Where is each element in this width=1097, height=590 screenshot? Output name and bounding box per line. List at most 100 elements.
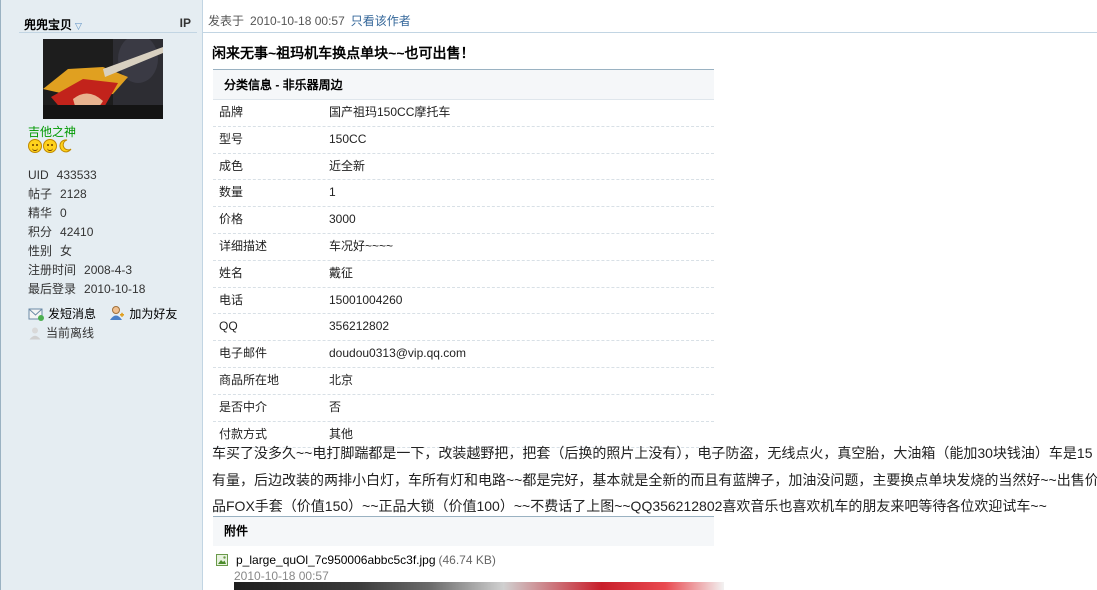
info-value: 北京 [329,372,354,387]
add-friend-button[interactable]: 加为好友 [109,305,177,324]
info-value: 国产祖玛150CC摩托车 [329,105,451,119]
stat-key: 积分 [28,225,53,239]
info-value: 车况好~~~~ [329,238,394,253]
info-row-quantity: 数量 1 [213,180,714,208]
stat-key: 最后登录 [28,282,77,296]
offline-user-icon [28,326,42,343]
info-value: doudou0313@vip.qq.com [329,346,466,361]
info-row-qq: QQ 356212802 [213,314,714,342]
stat-value: 2008-4-3 [84,263,133,277]
info-row-model: 型号 150CC [213,127,714,154]
stat-value: 女 [60,244,73,258]
info-key: 是否中介 [219,399,268,414]
add-friend-icon [109,305,125,324]
image-file-icon [216,554,228,566]
info-row-email: 电子邮件 doudou0313@vip.qq.com [213,341,714,368]
info-value: 戴征 [329,265,354,280]
stat-key: UID [28,168,49,182]
posted-label: 发表于 [208,14,245,28]
info-key: 商品所在地 [219,372,280,387]
stat-value[interactable]: 433533 [57,168,97,182]
info-value: 近全新 [329,158,366,173]
stat-key: 注册时间 [28,263,77,277]
stat-digest: 精华 0 [28,206,145,225]
ip-link[interactable]: IP [180,16,191,30]
info-row-name: 姓名 戴征 [213,261,714,288]
chevron-down-icon[interactable]: ▽ [75,21,82,31]
smiley-icon [43,139,57,153]
info-key: 数量 [219,185,244,200]
stat-posts: 帖子 2128 [28,187,145,206]
stat-value: 2010-10-18 [84,282,146,296]
post-title: 闲来无事~祖玛机车换点单块~~也可出售！ [212,45,475,61]
info-row-phone: 电话 15001004260 [213,288,714,315]
info-row-location: 商品所在地 北京 [213,368,714,395]
post-body-line: 有量，后边改装的两排小白灯，车所有灯和电路~~都是完好，基本就是全新的而且有蓝牌… [212,471,1097,488]
info-row-agent: 是否中介 否 [213,395,714,422]
info-key: 姓名 [219,265,244,280]
author-name-menu[interactable]: 兜兜宝贝 ▽ [24,16,82,33]
add-friend-label[interactable]: 加为好友 [129,307,177,321]
info-key: 品牌 [219,105,244,119]
info-value: 150CC [329,131,367,146]
author-actions: 发短消息 加为好友 [28,305,187,324]
stat-key: 性别 [28,244,53,258]
avatar[interactable] [43,39,163,119]
attachments: 附件 p_large_quOl_7c950006abbc5c3f.jpg (46.… [213,516,724,590]
stat-credits: 积分 42410 [28,225,145,244]
info-key: QQ [219,319,238,334]
classified-info-header: 分类信息 - 非乐器周边 [213,69,714,100]
info-key: 成色 [219,158,244,173]
moon-icon [58,139,72,153]
info-key: 电话 [219,292,244,307]
post-body: 车买了没多久~~电打脚踹都是一下，改装越野把，把套（后换的照片上没有），电子防盗… [212,440,1097,520]
send-message-label[interactable]: 发短消息 [48,307,96,321]
attachment-image-preview[interactable] [234,582,724,590]
smiley-icon [28,139,42,153]
divider [203,32,1097,33]
author-only-link[interactable]: 只看该作者 [351,14,411,28]
info-value: 1 [329,185,336,200]
info-key: 价格 [219,212,244,227]
group-title[interactable]: 吉他之神 [28,123,76,140]
post-meta: 发表于 2010-10-18 00:57 只看该作者 [208,12,411,29]
attachment-size: (46.74 KB) [438,553,496,567]
stat-key: 帖子 [28,187,53,201]
classified-info-table: 分类信息 - 非乐器周边 品牌 国产祖玛150CC摩托车 型号 150CC 成色 近全… [213,69,714,449]
stat-value: 42410 [60,225,94,239]
attachment-file: p_large_quOl_7c950006abbc5c3f.jpg (46.74 … [213,553,496,567]
author-stats: UID 433533 帖子 2128 精华 0 积分 42410 性别女 注册时间 200… [28,168,145,301]
stat-gender: 性别女 [28,244,145,263]
stat-value[interactable]: 2128 [60,187,87,201]
send-message-button[interactable]: 发短消息 [28,305,96,324]
author-sidebar: 兜兜宝贝 ▽ IP 吉他之神 UID 433533 帖子 2128 精华 0 积分 424… [0,0,203,590]
stat-last-login: 最后登录 2010-10-18 [28,282,145,301]
stat-uid: UID 433533 [28,168,145,187]
info-row-description: 详细描述 车况好~~~~ [213,234,714,261]
post-body-line: 车买了没多久~~电打脚踹都是一下，改装越野把，把套（后换的照片上没有），电子防盗… [212,445,1093,461]
author-name[interactable]: 兜兜宝贝 [24,18,72,32]
envelope-icon [28,307,44,324]
info-value: 15001004260 [329,292,403,307]
info-key: 详细描述 [219,238,268,253]
info-row-condition: 成色 近全新 [213,154,714,181]
online-status-text: 当前离线 [46,326,95,340]
stat-register-date: 注册时间 2008-4-3 [28,263,145,282]
online-status: 当前离线 [28,324,94,343]
info-value: 否 [329,399,342,414]
info-row-price: 价格 3000 [213,207,714,234]
stat-key: 精华 [28,206,53,220]
rank-icons [28,139,72,157]
info-value: 3000 [329,212,356,227]
attachment-date: 2010-10-18 00:57 [234,569,329,583]
stat-value[interactable]: 0 [60,206,67,220]
info-key: 电子邮件 [219,346,268,361]
avatar-guitar-image [43,39,163,119]
post-date: 2010-10-18 00:57 [250,14,345,28]
info-key: 型号 [219,131,244,146]
author-header: 兜兜宝贝 ▽ IP [19,14,197,33]
attachments-header: 附件 [213,516,714,546]
attachment-link[interactable]: p_large_quOl_7c950006abbc5c3f.jpg [236,553,436,567]
info-row-brand: 品牌 国产祖玛150CC摩托车 [213,100,714,127]
info-value: 356212802 [329,319,390,334]
